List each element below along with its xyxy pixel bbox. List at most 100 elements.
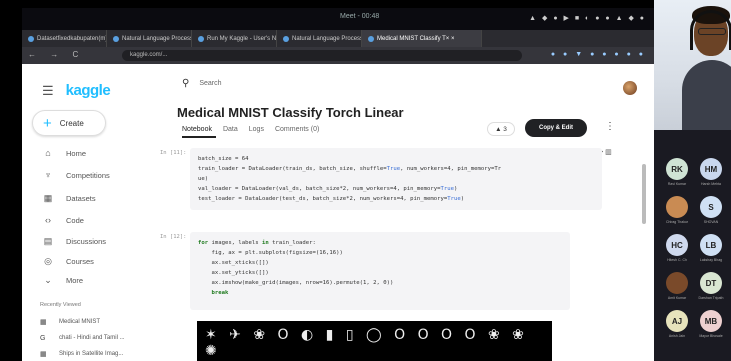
search-input[interactable]: Search [199,80,221,87]
code-line: ax.imshow(make_grid(images, nrow=16).per… [198,280,394,286]
participant-avatar[interactable]: AJ [666,310,688,332]
cell-execution-label: In [11]: [160,150,187,156]
sidebar-item-home[interactable]: ⌂ Home [42,146,86,160]
participant-name: Lakshay Bhag [699,258,723,262]
participant-name: Mayur Bhosale [699,334,723,338]
participant-avatar[interactable]: S [700,196,722,218]
participant-name: SHOVAN [703,220,719,224]
recent-item[interactable]: ▦ Ships in Satellite Imag... [40,348,123,360]
image-grid-output: ✶ ✈ ❀ O ◐ ▮ ▯ ◯ O O O O ❀ ❀ ✺ [197,321,552,361]
participant-avatar[interactable] [666,272,688,294]
sidebar-item-code[interactable]: ‹› Code [42,213,84,227]
browser-tab-strip: Datasetfixedkabupaten(m) Natural Language… [22,30,654,47]
cell-execution-label: In [12]: [160,234,187,240]
tab-notebook[interactable]: Notebook [182,126,212,133]
code-line: break [211,290,229,296]
code-line: train_loader = DataLoader(train_ds, batc… [198,166,502,172]
recent-item-label: Medical MNIST [59,319,101,325]
code-cell[interactable]: In [12]: for images, labels in train_load… [160,232,570,310]
speaker-body [682,60,731,130]
code-line: for images, labels in train_loader: [198,240,316,246]
code-line: batch_size = 64 [198,156,249,162]
code-line: ax.set_xticks([]) [198,260,269,266]
recent-item[interactable]: Gchati - Hindi and Tamil ... [40,332,125,344]
kaggle-page: ☰ kaggle + Create ⌂ Home ♆ Competitions ▦ Dat… [22,64,654,361]
browser-tab[interactable]: Datasetfixedkabupaten(m) [22,30,107,47]
participant-name: Hitesh C. Ch [667,258,687,262]
participant-name: Ravi Kumar [667,182,687,186]
participant-avatar[interactable]: MB [700,310,722,332]
system-tray: ▲ ◆ ● ▶ ■ ◐ ● ● ▲ ◆ ● [529,15,646,22]
browser-tab[interactable]: Medical MNIST Classify T× × [362,30,482,47]
sidebar-item-label: Datasets [66,193,96,203]
os-window-title: Meet - 00:48 [340,13,380,20]
sidebar-item-label: Competitions [66,170,110,180]
tab-label: Natural Language Processin [122,35,192,42]
more-icon: ⌄ [44,274,52,285]
extensions-icon[interactable]: ● ● ▼ ● ● ● ● ● [551,51,646,58]
tab-label: Datasetfixedkabupaten(m) [37,35,107,42]
logo-row: ☰ kaggle [42,82,111,99]
browser-tab[interactable]: Natural Language Processin [277,30,362,47]
favicon-icon [368,35,374,42]
notebook-tabs: Notebook Data Logs Comments (0) [182,126,330,133]
sidebar-item-competitions[interactable]: ♆ Competitions [42,168,110,182]
user-avatar[interactable] [623,81,637,95]
sidebar-item-label: Courses [66,256,94,266]
courses-icon: ◎ [44,255,52,266]
recent-item[interactable]: ▦ Medical MNIST [40,316,100,328]
discussions-icon: ▤ [43,235,53,246]
address-bar-row: ← → C kaggle.com/... ● ● ▼ ● ● ● ● ● [22,47,654,64]
create-button[interactable]: + Create [32,110,106,136]
code-line: ue) [198,176,209,182]
tab-comments[interactable]: Comments (0) [275,126,319,133]
participant-avatar[interactable]: HM [700,158,722,180]
tab-logs[interactable]: Logs [249,126,264,133]
recent-item-icon: G [40,334,46,342]
sidebar-item-more[interactable]: ⌄ More [42,273,83,287]
code-line: ax.set_yticks([]) [198,270,269,276]
participant-avatar[interactable]: HC [666,234,688,256]
code-cell[interactable]: In [11]: batch_size = 64 train_loader = Da… [160,148,602,210]
participant-name: Darshan Tripath [698,296,724,300]
browser-tab[interactable]: Run My Kaggle - User's Ne [192,30,277,47]
menu-icon[interactable]: ☰ [42,83,54,99]
favicon-icon [283,35,289,42]
participant-avatar[interactable]: DT [700,272,722,294]
participant-avatar[interactable] [666,196,688,218]
search-bar[interactable]: ⚲ Search [182,78,222,89]
tab-label: Run My Kaggle - User's Ne [207,35,277,42]
code-icon: ‹› [45,215,51,225]
mnist-image-thumbnails: ✶ ✈ ❀ O ◐ ▮ ▯ ◯ O O O O ❀ ❀ ✺ [205,327,528,359]
more-options-icon[interactable]: ⋮ [605,121,615,132]
home-icon: ⌂ [45,148,51,158]
upvote-button[interactable]: ▲ 3 [487,122,515,136]
sidebar-item-courses[interactable]: ◎ Courses [42,254,94,268]
participant-name: Harsh Mehta [700,182,722,186]
recent-item-icon: ▦ [40,319,47,326]
speaker-video [654,0,731,130]
copy-edit-button[interactable]: Copy & Edit [525,119,587,137]
participant-avatar[interactable]: RK [666,158,688,180]
favicon-icon [113,35,119,42]
participant-avatar[interactable]: LB [700,234,722,256]
sidebar-item-datasets[interactable]: ▦ Datasets [42,191,96,205]
url-field[interactable]: kaggle.com/... [122,50,522,61]
os-top-bar: Meet - 00:48 ▲ ◆ ● ▶ ■ ◐ ● ● ▲ ◆ ● [22,8,654,30]
scrollbar[interactable] [642,164,646,224]
tab-label: Natural Language Processin [292,35,362,42]
sidebar-item-discussions[interactable]: ▤ Discussions [42,234,106,248]
browser-tab[interactable]: Natural Language Processin [107,30,192,47]
participant-name: Chirag Thakur [665,220,689,224]
screen: Meet - 00:48 ▲ ◆ ● ▶ ■ ◐ ● ● ▲ ◆ ● Datas… [0,0,731,361]
competitions-icon: ♆ [44,170,52,180]
participant-name: Amit Kumar [667,296,687,300]
search-icon: ⚲ [182,78,190,89]
plus-icon: + [43,114,52,132]
code-line: val_loader = DataLoader(val_ds, batch_si… [198,186,458,192]
tab-data[interactable]: Data [223,126,238,133]
datasets-icon: ▦ [43,192,53,203]
sidebar: ☰ kaggle + Create ⌂ Home ♆ Competitions ▦ Dat… [22,64,157,361]
nav-buttons[interactable]: ← → C [28,50,84,59]
kaggle-logo[interactable]: kaggle [66,82,111,99]
